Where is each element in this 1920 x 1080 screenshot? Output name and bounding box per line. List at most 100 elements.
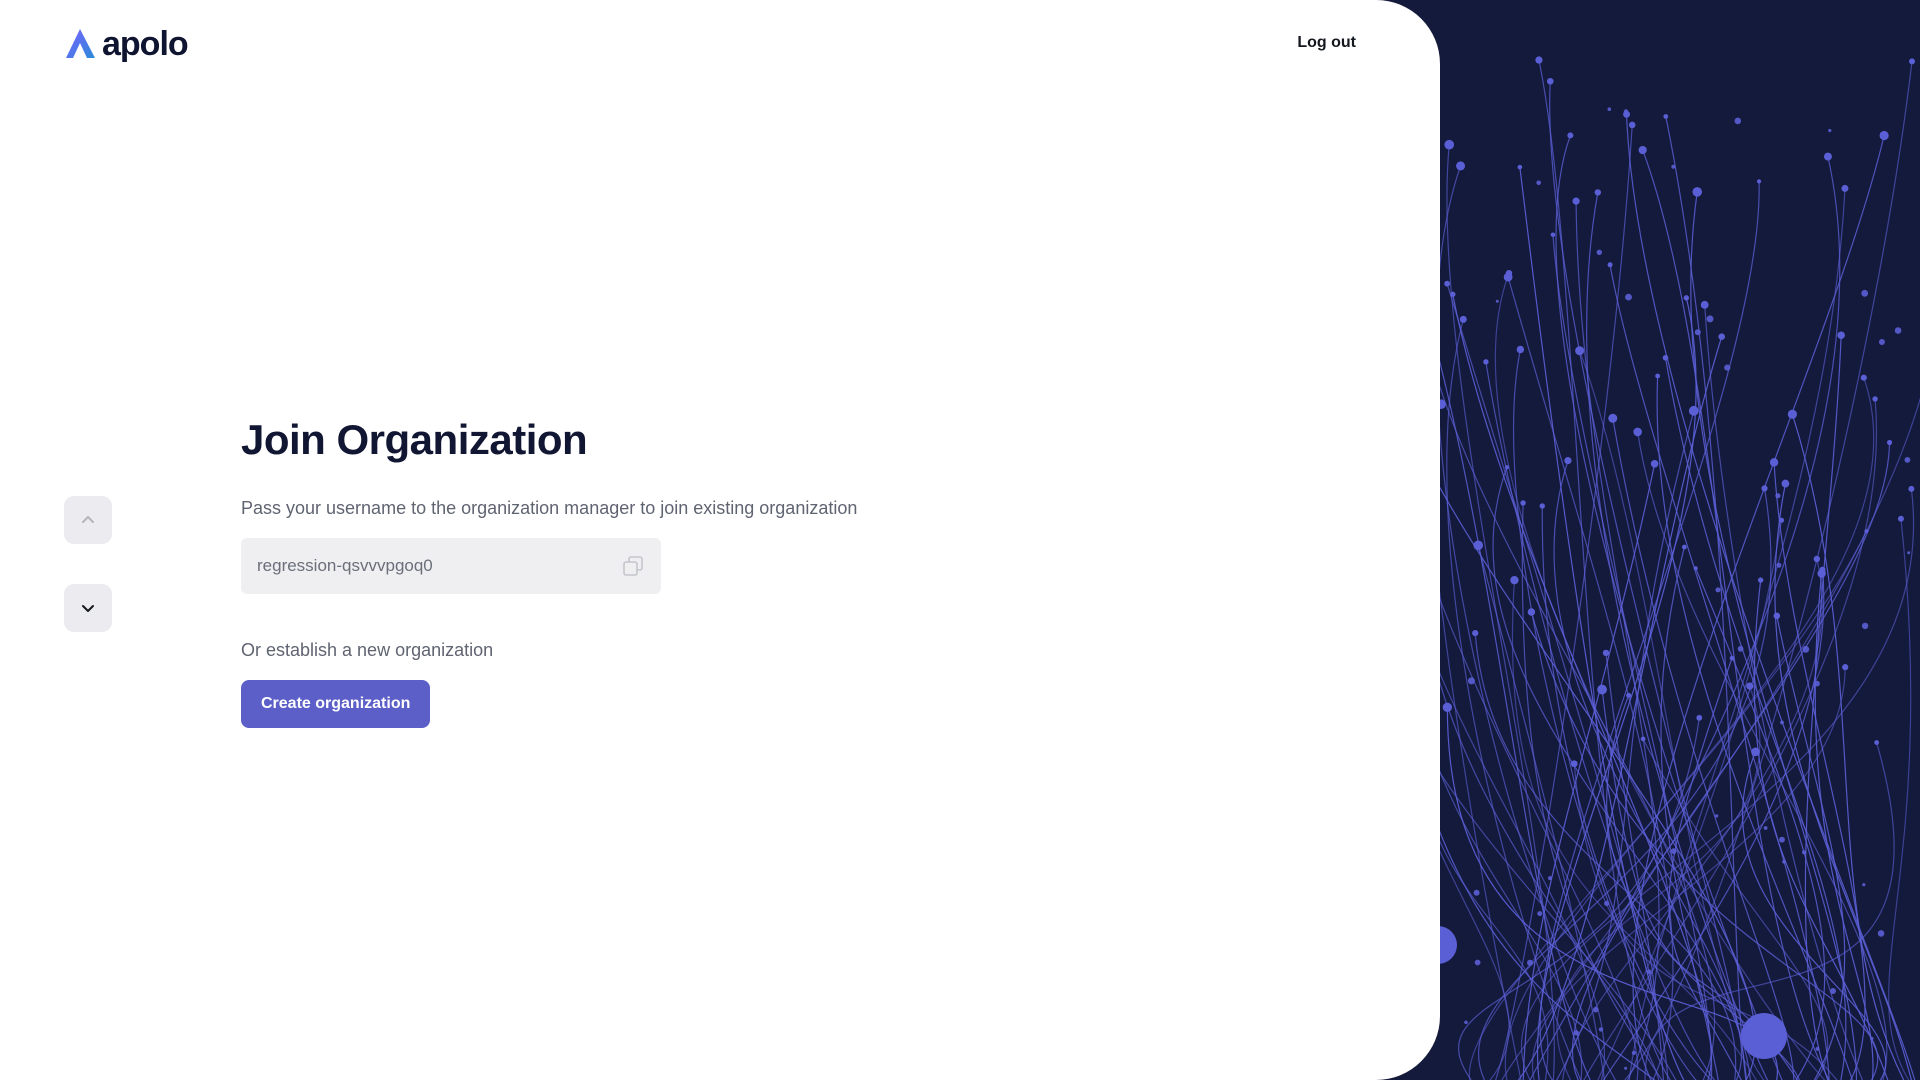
particle-dot [1473, 889, 1480, 896]
particle-dot [1537, 911, 1543, 917]
nav-up-button[interactable] [64, 496, 112, 544]
particle-dot [1837, 331, 1845, 340]
copy-username-button[interactable] [621, 554, 645, 578]
particle-line [1773, 462, 1866, 1080]
particle-dot [1670, 848, 1677, 854]
particle-line [1665, 116, 1747, 1080]
particle-dot [1646, 969, 1652, 975]
particle-dot [1861, 622, 1869, 630]
particle-dot [1638, 145, 1647, 155]
particle-dot [1862, 883, 1866, 887]
particle-line [1623, 61, 1913, 1080]
particle-dot [1886, 439, 1893, 446]
particle-dot [1814, 680, 1820, 687]
particle-dot [1718, 333, 1725, 340]
page-title: Join Organization [241, 416, 588, 463]
particle-dot [1596, 249, 1602, 255]
particle-dot [1715, 587, 1721, 593]
nav-down-button[interactable] [64, 584, 112, 632]
logout-link[interactable]: Log out [1297, 34, 1356, 52]
particle-dot [1757, 577, 1764, 583]
particle-dot [1781, 479, 1790, 488]
particle-dot [1787, 409, 1797, 419]
particle-dot [1650, 459, 1659, 468]
particle-dot [1841, 184, 1849, 192]
username-field: regression-qsvvvpgoq0 [241, 538, 661, 594]
apolo-logo-icon [66, 29, 95, 58]
particle-dot [1700, 300, 1709, 309]
particle-line [1695, 568, 1826, 1080]
particle-dot [1536, 180, 1541, 186]
particle-dot [1444, 280, 1451, 287]
particle-dot [1504, 465, 1510, 470]
particle-dot [1870, 1036, 1874, 1041]
particle-dot [1472, 630, 1479, 637]
particle-dot [1737, 645, 1744, 652]
particle-dot [1769, 458, 1779, 467]
particle-dot [1602, 649, 1610, 657]
particle-dot [1714, 814, 1719, 818]
particle-dot [1623, 109, 1629, 114]
particle-dot [1633, 427, 1642, 437]
particle-dot [1483, 359, 1489, 365]
particle-dot [1904, 457, 1911, 463]
particle-dot [1823, 152, 1832, 161]
particle-dot [1908, 58, 1915, 65]
particle-dot [1878, 339, 1885, 345]
particle-dot [1495, 299, 1499, 303]
particle-dot [1517, 164, 1523, 170]
particle-line [1549, 81, 1747, 1080]
particle-dot [1877, 930, 1885, 937]
particle-line [1637, 431, 1888, 1080]
particle-dot [1694, 329, 1701, 336]
particle-dot [1763, 826, 1768, 830]
particle-dot [1662, 354, 1669, 361]
particle-dot [1607, 262, 1613, 268]
particle-dot [1860, 374, 1867, 381]
particle-dot [1597, 684, 1607, 695]
particle-line [1529, 156, 1841, 1080]
particle-dot [1567, 132, 1574, 139]
particle-dot [1456, 161, 1466, 171]
particle-large-dot [1741, 1013, 1787, 1059]
particle-dot [1776, 562, 1782, 568]
particle-dot [1874, 740, 1880, 745]
particle-line [1485, 361, 1716, 1080]
logo[interactable]: apolo [64, 24, 189, 64]
particle-dot [1908, 485, 1915, 492]
particle-dot [1444, 139, 1455, 150]
particle-dot [1907, 551, 1911, 555]
particle-line [1519, 167, 1685, 1080]
particle-dot [1572, 197, 1580, 205]
particle-dot [1663, 114, 1669, 119]
create-organization-button[interactable]: Create organization [241, 680, 431, 728]
particle-dot [1550, 232, 1556, 238]
particle-dot [1503, 272, 1513, 282]
particle-dot [1683, 295, 1690, 301]
particle-dot [1761, 485, 1768, 492]
particle-dot [1897, 515, 1904, 522]
particle-line [1575, 201, 1660, 1080]
particle-dot [1564, 457, 1572, 465]
particle-dot [1593, 1006, 1599, 1013]
particle-dot [1830, 988, 1836, 994]
particle-dot [1598, 1027, 1604, 1032]
particle-dot [1631, 1050, 1636, 1055]
particle-dot [1516, 345, 1525, 354]
particle-dot [1724, 364, 1731, 371]
particle-dot [1625, 293, 1632, 301]
particle-dot [1573, 1030, 1579, 1036]
particle-dot [1539, 503, 1545, 509]
alternative-text: Or establish a new organization [241, 640, 494, 660]
particle-dot [1628, 121, 1636, 129]
particle-dot [1546, 77, 1554, 85]
particle-dot [1464, 1020, 1468, 1025]
join-description: Pass your username to the organization m… [241, 498, 858, 518]
particle-dot [1842, 664, 1849, 671]
particle-dot [1594, 189, 1602, 196]
particle-dot [1624, 1066, 1628, 1070]
particle-dot [1729, 655, 1735, 661]
main-panel: apolo Log out Join Organization Pass you… [0, 0, 1440, 1080]
particle-dot [1671, 164, 1676, 169]
particle-dot [1802, 645, 1810, 653]
